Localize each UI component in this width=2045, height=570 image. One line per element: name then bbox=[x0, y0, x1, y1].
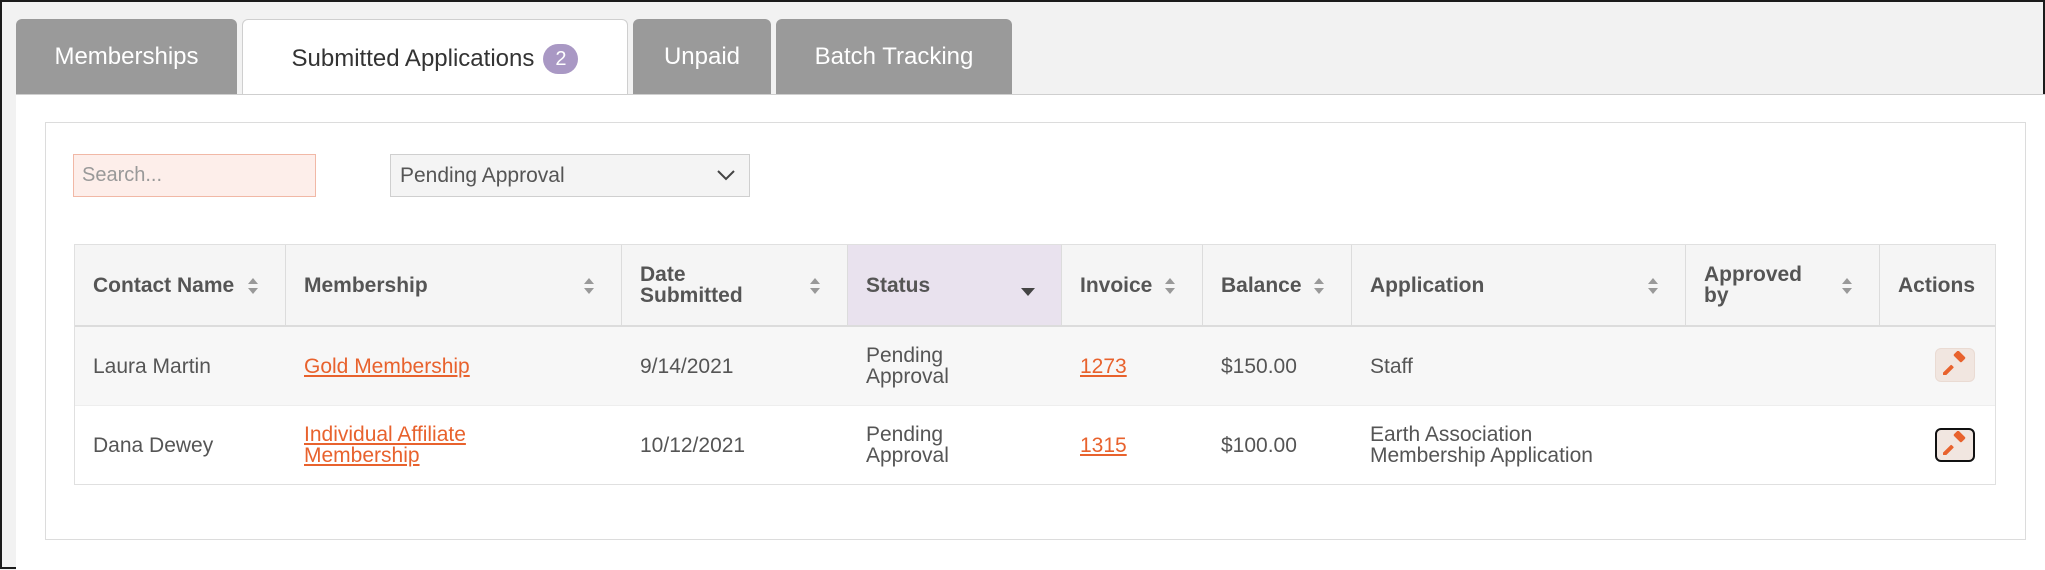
invoice-link[interactable]: 1315 bbox=[1080, 435, 1127, 456]
cell-invoice: 1273 bbox=[1062, 327, 1203, 405]
cell-invoice: 1315 bbox=[1062, 406, 1203, 484]
tab-unpaid[interactable]: Unpaid bbox=[633, 19, 771, 95]
applications-table: Contact Name Membership Date Submitted S… bbox=[74, 244, 1996, 485]
cell-status: Pending Approval bbox=[848, 327, 1062, 405]
column-header-actions: Actions bbox=[1898, 273, 1976, 297]
column-header-date-submitted[interactable]: Date Submitted bbox=[622, 245, 848, 325]
sort-icon bbox=[1647, 277, 1659, 299]
status-filter-value: Pending Approval bbox=[400, 163, 565, 187]
count-badge: 2 bbox=[543, 43, 579, 74]
chevron-down-icon bbox=[715, 164, 737, 192]
column-header-invoice[interactable]: Invoice bbox=[1062, 245, 1203, 325]
table-row: Laura Martin Gold Membership 9/14/2021 P… bbox=[75, 327, 1995, 405]
cell-contact-name: Dana Dewey bbox=[93, 433, 214, 457]
status-filter-select[interactable]: Pending Approval bbox=[390, 154, 750, 197]
application-text: Earth Association Membership Application bbox=[1370, 423, 1593, 467]
column-header-contact-name[interactable]: Contact Name bbox=[75, 245, 286, 325]
column-header-membership[interactable]: Membership bbox=[286, 245, 622, 325]
column-header-balance[interactable]: Balance bbox=[1203, 245, 1352, 325]
cell-membership: Gold Membership bbox=[286, 327, 622, 405]
search-input[interactable] bbox=[73, 154, 316, 197]
gavel-icon bbox=[1942, 350, 1967, 380]
membership-link[interactable]: Gold Membership bbox=[304, 356, 470, 377]
cell-membership: Individual Affiliate Membership bbox=[286, 406, 622, 484]
tab-label: Memberships bbox=[54, 43, 199, 70]
column-header-application[interactable]: Application bbox=[1352, 245, 1686, 325]
caret-down-icon bbox=[1021, 280, 1035, 301]
tab-memberships[interactable]: Memberships bbox=[16, 19, 237, 95]
invoice-link[interactable]: 1273 bbox=[1080, 356, 1127, 377]
cell-balance: $100.00 bbox=[1221, 433, 1297, 457]
sort-icon bbox=[1313, 277, 1325, 299]
cell-contact-name: Laura Martin bbox=[93, 354, 211, 378]
table-header: Contact Name Membership Date Submitted S… bbox=[75, 245, 1995, 327]
cell-application: Staff bbox=[1370, 354, 1413, 378]
cell-date-submitted: 9/14/2021 bbox=[640, 354, 734, 378]
cell-date-submitted: 10/12/2021 bbox=[640, 433, 746, 457]
status-text: Pending Approval bbox=[866, 344, 949, 388]
sort-icon bbox=[247, 277, 259, 299]
sort-icon bbox=[583, 277, 595, 299]
tab-submitted-applications[interactable]: Submitted Applications 2 bbox=[242, 19, 628, 97]
table-row: Dana Dewey Individual Affiliate Membersh… bbox=[75, 405, 1995, 484]
sort-icon bbox=[1841, 277, 1853, 299]
sort-icon bbox=[1164, 277, 1176, 299]
tab-label: Submitted Applications bbox=[291, 44, 535, 72]
tab-batch-tracking[interactable]: Batch Tracking bbox=[776, 19, 1012, 95]
tab-label: Unpaid bbox=[663, 43, 741, 70]
cell-approved-by bbox=[1686, 327, 1880, 405]
approve-action-button[interactable] bbox=[1935, 348, 1975, 382]
cell-status: Pending Approval bbox=[848, 406, 1062, 484]
cell-approved-by bbox=[1686, 406, 1880, 484]
approve-action-button[interactable] bbox=[1935, 428, 1975, 462]
gavel-icon bbox=[1942, 430, 1967, 460]
tab-label: Batch Tracking bbox=[814, 43, 974, 70]
cell-balance: $150.00 bbox=[1221, 354, 1297, 378]
membership-link[interactable]: Individual Affiliate Membership bbox=[304, 424, 524, 466]
status-text: Pending Approval bbox=[866, 423, 949, 467]
column-header-approved-by[interactable]: Approved by bbox=[1686, 245, 1880, 325]
column-header-status[interactable]: Status bbox=[848, 245, 1062, 325]
cell-application: Earth Association Membership Application bbox=[1352, 406, 1686, 484]
sort-icon bbox=[809, 277, 821, 299]
